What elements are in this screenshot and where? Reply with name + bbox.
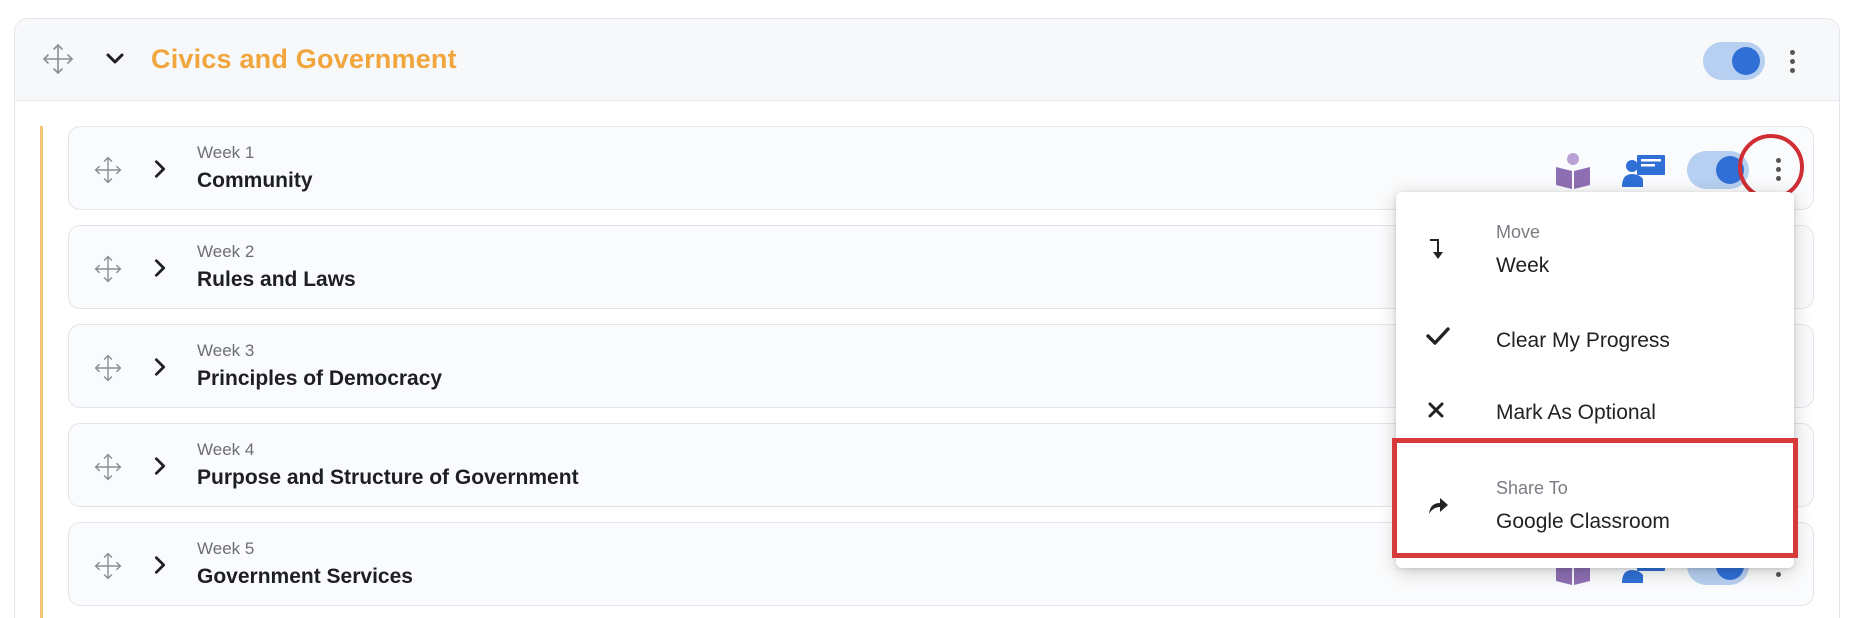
move-down-icon [1426, 238, 1446, 265]
unit-title: Civics and Government [151, 44, 457, 74]
chevron-right-icon[interactable] [149, 455, 171, 482]
chevron-right-icon[interactable] [149, 356, 171, 383]
unit-visibility-toggle[interactable] [1703, 42, 1765, 80]
drag-handle-icon[interactable] [93, 155, 123, 190]
student-reader-icon[interactable] [1553, 151, 1593, 196]
week-title: Principles of Democracy [197, 367, 443, 390]
week-title: Purpose and Structure of Government [197, 466, 579, 489]
drag-handle-icon[interactable] [93, 452, 123, 487]
week-title: Rules and Laws [197, 268, 356, 291]
week-label: Week 2 [197, 242, 255, 261]
teacher-presentation-icon[interactable] [1621, 153, 1667, 194]
menu-item-mark-optional[interactable]: Mark As Optional [1396, 372, 1794, 444]
chevron-right-icon[interactable] [149, 554, 171, 581]
optional-icon [1426, 400, 1446, 425]
menu-item-clear-progress[interactable]: Clear My Progress [1396, 300, 1794, 372]
chevron-right-icon[interactable] [149, 158, 171, 185]
week-title: Community [197, 169, 313, 192]
week-title: Government Services [197, 565, 413, 588]
check-icon [1426, 326, 1450, 351]
drag-handle-icon[interactable] [41, 42, 75, 81]
chevron-down-icon[interactable] [103, 47, 127, 76]
menu-item-label: Clear My Progress [1496, 329, 1670, 352]
share-highlight-box [1392, 438, 1798, 558]
drag-handle-icon[interactable] [93, 353, 123, 388]
week-label: Week 4 [197, 440, 255, 459]
drag-handle-icon[interactable] [93, 254, 123, 289]
menu-item-label: Mark As Optional [1496, 401, 1656, 424]
menu-item-move-week[interactable]: Move Week [1396, 192, 1794, 300]
kebab-highlight-ring [1738, 134, 1804, 200]
week-label: Week 3 [197, 341, 255, 360]
menu-item-sublabel: Move [1496, 222, 1541, 242]
week-label: Week 5 [197, 539, 255, 558]
drag-handle-icon[interactable] [93, 551, 123, 586]
menu-item-label: Week [1496, 254, 1550, 277]
week-label: Week 1 [197, 143, 255, 162]
unit-more-options-icon[interactable] [1785, 43, 1799, 79]
unit-accent-rule [40, 126, 43, 618]
chevron-right-icon[interactable] [149, 257, 171, 284]
toggle-knob [1732, 47, 1760, 75]
unit-header[interactable]: Civics and Government [15, 19, 1839, 101]
